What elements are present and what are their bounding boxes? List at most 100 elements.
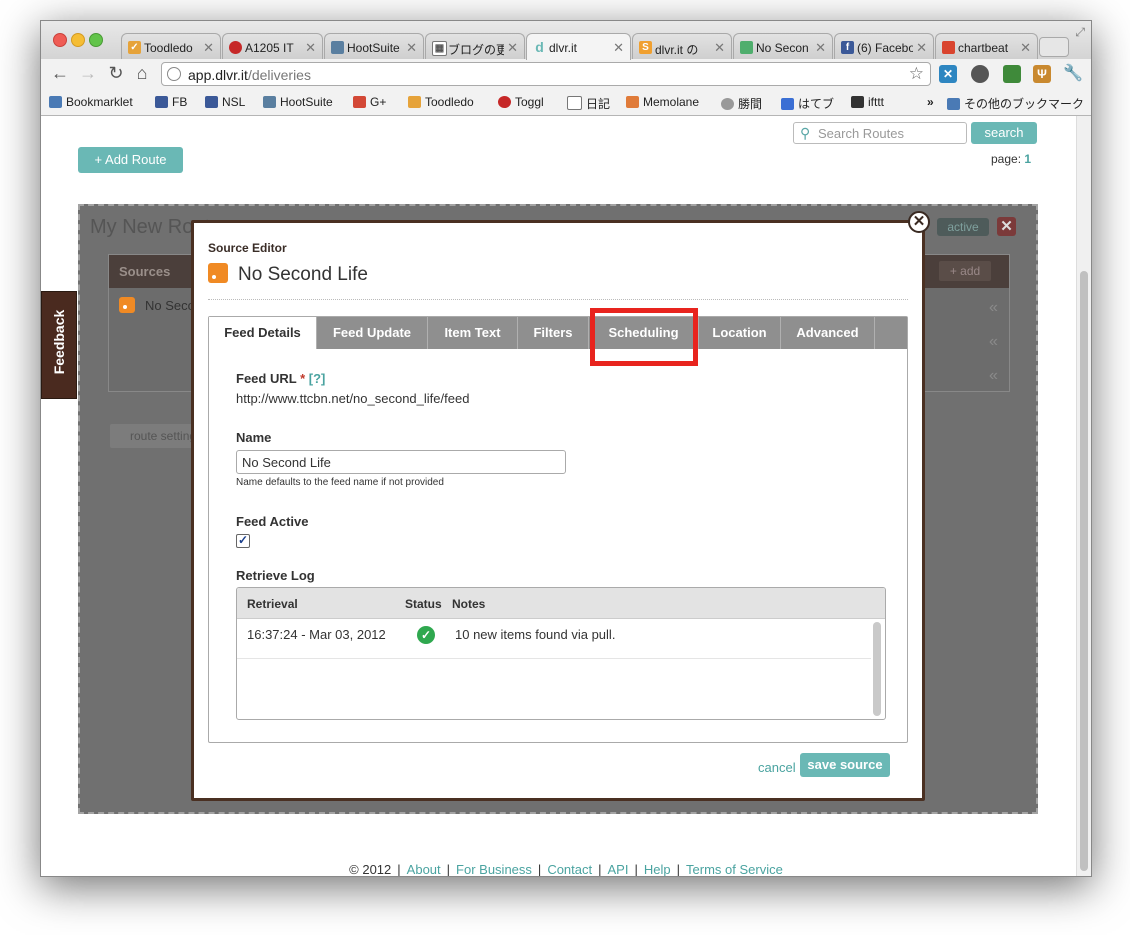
new-tab-button[interactable] — [1039, 37, 1069, 57]
tab-a1205[interactable]: A1205 IT ✕ — [222, 33, 323, 59]
bookmark-item[interactable]: HootSuite — [263, 95, 333, 109]
globe-extension-icon[interactable] — [971, 65, 989, 83]
forward-icon[interactable]: → — [77, 63, 99, 84]
feedback-tab[interactable]: Feedback — [41, 291, 77, 399]
footer-link-business[interactable]: For Business — [456, 862, 532, 876]
help-link[interactable]: [?] — [309, 371, 326, 386]
hatena-icon — [781, 98, 794, 110]
page-number[interactable]: 1 — [1024, 152, 1031, 166]
bookmark-item[interactable]: Toggl — [498, 95, 544, 109]
more-bookmarks-chevron[interactable]: » — [927, 95, 934, 109]
other-bookmarks[interactable]: その他のブックマーク — [947, 95, 1084, 112]
footer-link-api[interactable]: API — [608, 862, 629, 876]
hootsuite-icon — [331, 41, 344, 54]
chevron-left-icon[interactable]: « — [989, 367, 998, 385]
close-tab-icon[interactable]: ✕ — [305, 40, 316, 56]
feed-url-value: http://www.ttcbn.net/no_second_life/feed — [236, 391, 470, 406]
cancel-link[interactable]: cancel — [758, 760, 796, 775]
scrollbar-thumb[interactable] — [1080, 271, 1088, 871]
fullscreen-icon[interactable]: ⤢ — [1075, 25, 1085, 40]
close-tab-icon[interactable]: ✕ — [203, 40, 214, 56]
back-icon[interactable]: ← — [49, 63, 71, 84]
tab-hootsuite[interactable]: HootSuite ✕ — [324, 33, 424, 59]
route-active-toggle[interactable]: active — [937, 218, 989, 236]
close-window-button[interactable] — [53, 33, 67, 47]
search-input[interactable]: ⚲ Search Routes — [793, 122, 967, 144]
home-icon[interactable]: ⌂ — [131, 63, 153, 84]
tab-dlvr-blog[interactable]: S dlvr.it の ✕ — [632, 33, 732, 59]
close-icon[interactable]: ✕ — [908, 211, 930, 233]
reload-icon[interactable]: ↻ — [105, 63, 127, 84]
minimize-window-button[interactable] — [71, 33, 85, 47]
bookmark-item[interactable]: はてブ — [781, 95, 834, 112]
scheduling-highlight-box — [590, 308, 698, 366]
close-tab-icon[interactable]: ✕ — [406, 40, 417, 56]
bookmark-star-icon[interactable]: ☆ — [909, 64, 924, 84]
editor-panel: Feed Details Feed Update Item Text Filte… — [208, 316, 908, 743]
bookmark-item[interactable]: NSL — [205, 95, 245, 109]
tab-location[interactable]: Location — [699, 317, 781, 349]
bookmark-item[interactable]: G+ — [353, 95, 386, 109]
wrench-icon[interactable]: 🔧 — [1063, 65, 1083, 83]
bookmark-item[interactable]: Bookmarklet — [49, 95, 133, 109]
add-source-button[interactable]: + add — [939, 261, 991, 281]
search-button[interactable]: search — [971, 122, 1037, 144]
tab-feed-details[interactable]: Feed Details — [209, 317, 317, 349]
name-field[interactable]: No Second Life — [236, 450, 566, 474]
tab-blog[interactable]: ▦ ブログの更 ✕ — [425, 33, 525, 59]
footer: © 2012 | About | For Business | Contact | API | He… — [349, 862, 783, 877]
tab-feed-update[interactable]: Feed Update — [317, 317, 428, 349]
save-source-button[interactable]: save source — [800, 753, 890, 777]
footer-link-about[interactable]: About — [407, 862, 441, 876]
google-plus-icon — [353, 96, 366, 108]
retrieve-log-table: Retrieval Status Notes 16:37:24 - Mar 03… — [236, 587, 886, 720]
delete-route-icon[interactable]: ✕ — [997, 217, 1016, 236]
globe-icon — [721, 98, 734, 110]
footer-link-contact[interactable]: Contact — [547, 862, 592, 876]
tab-filters[interactable]: Filters — [518, 317, 589, 349]
bookmark-item[interactable]: ifttt — [851, 95, 884, 109]
search-icon: ⚲ — [800, 125, 811, 141]
close-tab-icon[interactable]: ✕ — [815, 40, 826, 56]
close-tab-icon[interactable]: ✕ — [613, 40, 624, 56]
footer-link-terms[interactable]: Terms of Service — [686, 862, 783, 876]
tab-item-text[interactable]: Item Text — [428, 317, 518, 349]
close-tab-icon[interactable]: ✕ — [916, 40, 927, 56]
bookmarks-bar: Bookmarklet FB NSL HootSuite G+ Toodledo… — [41, 89, 1091, 116]
chevron-left-icon[interactable]: « — [989, 299, 998, 317]
tab-dlvr-it[interactable]: d dlvr.it ✕ — [526, 33, 631, 60]
add-route-button[interactable]: + Add Route — [78, 147, 183, 173]
memolane-icon — [626, 96, 639, 108]
nosecondlife-icon — [740, 41, 753, 54]
evernote-icon[interactable] — [1003, 65, 1021, 83]
tab-no-second-life[interactable]: No Secon ✕ — [733, 33, 833, 59]
bookmark-item[interactable]: 日記 — [567, 95, 610, 112]
tab-facebook[interactable]: f (6) Facebo ✕ — [834, 33, 934, 59]
toggl-icon — [229, 41, 242, 54]
tools-extension-icon[interactable]: Ψ — [1033, 65, 1051, 83]
bookmark-item[interactable]: FB — [155, 95, 187, 109]
close-tab-icon[interactable]: ✕ — [507, 40, 518, 56]
feed-heading: No Second Life — [208, 263, 368, 286]
table-row: 16:37:24 - Mar 03, 2012 ✓ 10 new items f… — [237, 619, 871, 659]
tab-chartbeat[interactable]: chartbeat ✕ — [935, 33, 1038, 59]
bookmark-item[interactable]: 勝間 — [721, 95, 762, 112]
chevron-left-icon[interactable]: « — [989, 333, 998, 351]
zoom-window-button[interactable] — [89, 33, 103, 47]
blogger-icon: S — [639, 41, 652, 54]
feed-active-checkbox[interactable]: ✓ — [236, 534, 250, 548]
close-tab-icon[interactable]: ✕ — [1020, 40, 1031, 56]
tab-advanced[interactable]: Advanced — [781, 317, 875, 349]
title-bar: ✓ Toodledo ✕ A1205 IT ✕ HootSuite ✕ ▦ ブロ… — [41, 21, 1091, 60]
footer-link-help[interactable]: Help — [644, 862, 671, 876]
page-scrollbar[interactable] — [1076, 116, 1091, 876]
bookmark-item[interactable]: Memolane — [626, 95, 699, 109]
address-bar[interactable]: app.dlvr.it/deliveries ☆ — [161, 62, 931, 86]
tab-toodledo[interactable]: ✓ Toodledo ✕ — [121, 33, 221, 59]
folder-icon — [49, 96, 62, 108]
close-tab-icon[interactable]: ✕ — [714, 40, 725, 56]
ifttt-icon — [851, 96, 864, 108]
log-scrollbar[interactable] — [873, 622, 881, 716]
bookmark-item[interactable]: Toodledo — [408, 95, 474, 109]
extension-icon[interactable]: ✕ — [939, 65, 957, 83]
